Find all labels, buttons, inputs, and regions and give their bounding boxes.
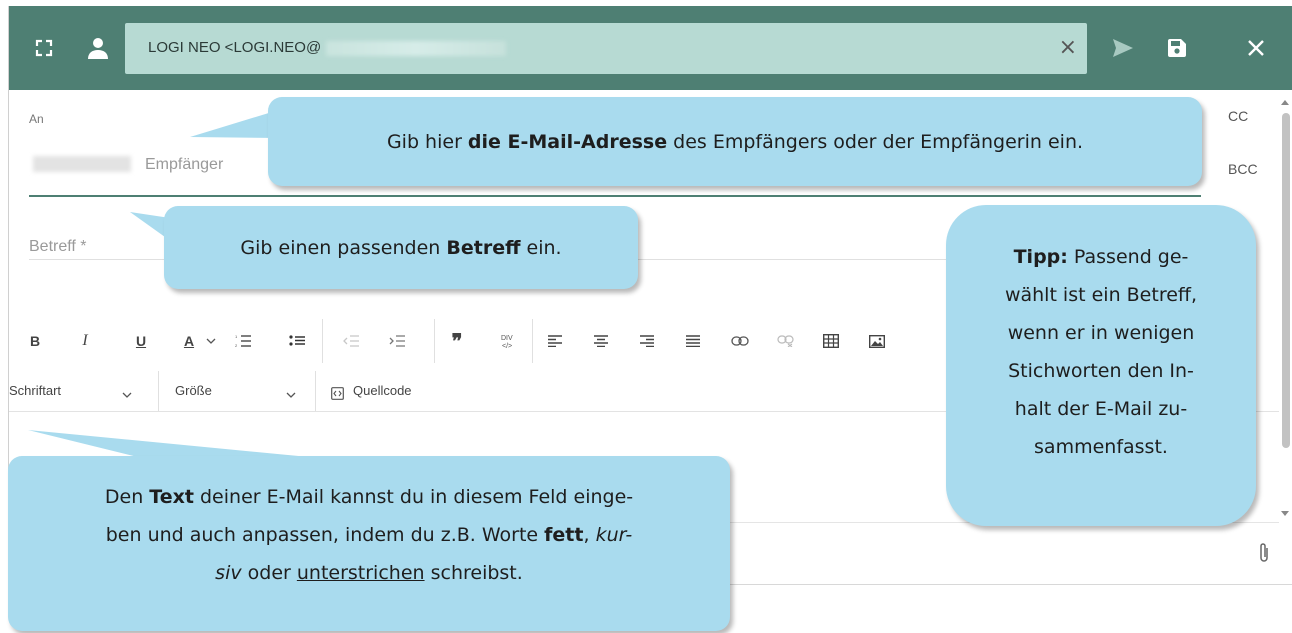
align-right-icon[interactable] <box>639 331 655 351</box>
ordered-list-icon[interactable]: 12 <box>235 331 251 351</box>
tip-line: sammenfasst. <box>1034 436 1168 458</box>
font-size-select[interactable]: Größe <box>175 383 212 398</box>
tip-line: Stichworten den In- <box>1008 360 1194 382</box>
unlink-icon[interactable] <box>777 331 795 351</box>
editor-scrollbar[interactable] <box>1279 98 1292 525</box>
tip-callout: Tipp: Passend ge- wählt ist ein Betreff,… <box>946 205 1256 526</box>
compose-header: LOGI NEO <LOGI.NEO@ × <box>9 6 1292 90</box>
toolbar-divider <box>315 371 316 411</box>
source-code-button[interactable]: Quellcode <box>353 383 412 398</box>
toolbar-divider <box>532 319 533 363</box>
svg-text:DIV: DIV <box>501 335 513 342</box>
underline-button[interactable]: U <box>133 331 149 351</box>
align-center-icon[interactable] <box>593 331 609 351</box>
to-label: An <box>29 112 44 126</box>
chevron-down-icon[interactable] <box>203 331 219 351</box>
bold-button[interactable]: B <box>27 331 43 351</box>
body-hint-line: siv oder unterstrichen schreibst. <box>215 562 523 584</box>
align-justify-icon[interactable] <box>685 331 701 351</box>
send-icon[interactable] <box>1108 33 1138 63</box>
contact-icon[interactable] <box>83 33 113 63</box>
indent-icon[interactable] <box>389 331 405 351</box>
tip-line: wählt ist ein Betreff, <box>1004 284 1198 306</box>
bcc-button[interactable]: BCC <box>1228 161 1258 177</box>
align-left-icon[interactable] <box>547 331 563 351</box>
svg-text:</>: </> <box>502 343 512 349</box>
to-underline <box>29 195 1201 197</box>
toolbar-divider <box>322 319 323 363</box>
email-hint-callout: Gib hier die E-Mail-Adresse des Empfänge… <box>268 97 1202 186</box>
save-icon[interactable] <box>1162 33 1192 63</box>
expand-icon[interactable] <box>29 33 59 63</box>
chevron-down-icon[interactable] <box>283 385 299 405</box>
scroll-thumb[interactable] <box>1282 113 1290 448</box>
cc-button[interactable]: CC <box>1228 108 1248 124</box>
blurred-recipient <box>33 156 131 172</box>
image-icon[interactable] <box>869 331 885 351</box>
link-icon[interactable] <box>731 331 749 351</box>
svg-text:1: 1 <box>235 334 238 339</box>
toolbar-divider <box>158 371 159 411</box>
source-code-icon[interactable] <box>329 383 345 403</box>
body-hint-callout: Den Text deiner E-Mail kannst du in dies… <box>8 456 730 631</box>
email-hint-text: Gib hier die E-Mail-Adresse des Empfänge… <box>386 130 1084 153</box>
blockquote-icon[interactable]: ❞ <box>449 329 465 353</box>
italic-button[interactable]: I <box>77 331 93 351</box>
subject-input[interactable]: Betreff * <box>29 238 87 256</box>
body-hint-line: Den Text deiner E-Mail kannst du in dies… <box>104 486 634 508</box>
recipient-chip[interactable]: LOGI NEO <LOGI.NEO@ × <box>125 23 1087 74</box>
to-input[interactable]: Empfänger <box>145 156 223 174</box>
tip-line: Tipp: Passend ge- <box>1013 246 1189 268</box>
scroll-down-icon[interactable] <box>1281 511 1289 516</box>
font-color-button[interactable]: A <box>181 331 197 351</box>
outdent-icon[interactable] <box>343 331 359 351</box>
close-icon[interactable] <box>1241 33 1271 63</box>
bullet-list-icon[interactable] <box>289 331 305 351</box>
div-block-icon[interactable]: DIV </> <box>499 331 515 351</box>
toolbar-divider <box>434 319 435 363</box>
body-hint-line: ben und auch anpassen, indem du z.B. Wor… <box>105 524 633 546</box>
recipient-address: LOGI NEO <LOGI.NEO@ <box>148 39 322 56</box>
paperclip-icon[interactable] <box>1257 542 1271 569</box>
font-family-select[interactable]: Schriftart <box>9 383 61 398</box>
blurred-address <box>326 41 506 56</box>
clear-icon[interactable]: × <box>1059 35 1077 60</box>
svg-text:2: 2 <box>235 343 238 348</box>
tip-line: halt der E-Mail zu- <box>1014 398 1188 420</box>
subject-hint-callout: Gib einen passenden Betreff ein. <box>164 206 638 289</box>
tip-line: wenn er in wenigen <box>1007 322 1195 344</box>
table-icon[interactable] <box>823 331 839 351</box>
chevron-down-icon[interactable] <box>119 385 135 405</box>
scroll-up-icon[interactable] <box>1281 100 1289 105</box>
subject-hint-text: Gib einen passenden Betreff ein. <box>240 236 562 259</box>
